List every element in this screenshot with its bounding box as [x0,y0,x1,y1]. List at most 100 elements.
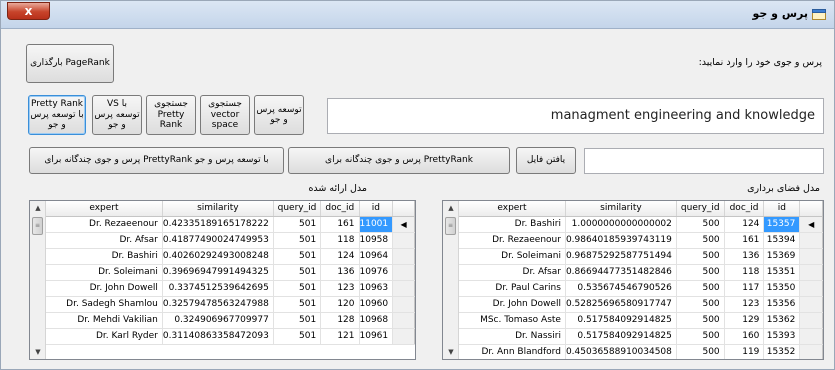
table-cell-expert[interactable]: Dr. Bashiri [459,216,566,233]
pretty-rank-with-expansion-button[interactable]: Pretty Rank با توسعه پرس و جو [28,95,86,135]
table-cell-doc-id[interactable]: 120 [320,296,360,313]
search-pretty-rank-button[interactable]: جستجوی Pretty Rank [146,95,196,135]
left-results-grid[interactable]: ▲ ≡ ▼ expert similarity query_id doc_id … [29,200,416,360]
table-row[interactable]: Dr. Rezaeenour 0.42335189165178222 501 161 1… [46,216,415,233]
right-results-grid[interactable]: ▲ ≡ ▼ expert similarity query_id doc_id … [442,200,824,360]
triangle-left-icon[interactable]: ◀ [392,216,415,233]
row-header-cell[interactable] [392,232,415,249]
row-header-cell[interactable] [392,280,415,297]
table-cell-expert[interactable]: Dr. Soleimani [46,264,163,281]
table-cell-id[interactable]: 10968 [359,312,394,329]
table-cell-similarity[interactable]: 0.3374512539642695 [162,280,274,297]
scroll-up-icon[interactable]: ▲ [443,201,459,215]
multi-query-prettyrank-expansion-button[interactable]: پرس و جوی چندگانه برای PrettyRank با توس… [29,147,284,174]
column-header-id[interactable]: id [359,201,394,217]
table-cell-doc-id[interactable]: 161 [320,216,360,233]
scroll-up-icon[interactable]: ▲ [30,201,46,215]
table-cell-query-id[interactable]: 501 [273,216,322,233]
table-cell-query-id[interactable]: 500 [676,296,725,313]
expand-query-button[interactable]: توسعه پرس و جو [254,95,304,135]
table-cell-doc-id[interactable]: 118 [320,232,360,249]
table-cell-similarity[interactable]: 0.31140863358472093 [162,328,274,345]
table-cell-id[interactable]: 15356 [763,296,801,313]
row-header-cell[interactable] [392,248,415,265]
table-cell-id[interactable]: 15351 [763,264,801,281]
table-row[interactable]: Dr. Ann Blandford 0.45036588910034508 500 1… [459,344,823,359]
table-cell-similarity[interactable]: 0.96875292587751494 [565,248,677,265]
table-cell-query-id[interactable]: 500 [676,328,725,345]
table-cell-doc-id[interactable]: 124 [320,248,360,265]
table-cell-query-id[interactable]: 500 [676,344,725,359]
column-header-id[interactable]: id [763,201,801,217]
column-header-doc-id[interactable]: doc_id [724,201,765,217]
table-cell-id[interactable]: 15394 [763,232,801,249]
table-cell-doc-id[interactable]: 118 [724,264,765,281]
row-header-cell[interactable] [392,312,415,329]
table-cell-similarity[interactable]: 0.41877490024749953 [162,232,274,249]
table-cell-similarity[interactable]: 1.0000000000000002 [565,216,677,233]
scroll-down-icon[interactable]: ▼ [443,345,459,359]
table-cell-id[interactable]: 10964 [359,248,394,265]
table-cell-similarity[interactable]: 0.86694477351482846 [565,264,677,281]
table-row[interactable]: MSc. Tomaso Aste 0.517584092914825 500 129 1… [459,312,823,329]
row-header-cell[interactable] [392,328,415,345]
table-cell-similarity[interactable]: 0.52825696580917747 [565,296,677,313]
file-path-input[interactable] [584,148,824,174]
table-cell-expert[interactable]: Dr. Afsar [46,232,163,249]
table-cell-id[interactable]: 15350 [763,280,801,297]
table-cell-expert[interactable]: Dr. Sadegh Shamlou [46,296,163,313]
row-header-cell[interactable] [799,328,823,345]
table-row[interactable]: Dr. Afsar 0.86694477351482846 500 118 15351 [459,264,823,281]
table-cell-query-id[interactable]: 500 [676,248,725,265]
table-row[interactable]: Dr. Rezaeenour 0.98640185939743119 500 161 1… [459,232,823,249]
row-header-cell[interactable] [799,264,823,281]
table-cell-similarity[interactable]: 0.517584092914825 [565,328,677,345]
scroll-thumb[interactable]: ≡ [445,217,456,235]
table-cell-query-id[interactable]: 501 [273,248,322,265]
table-cell-similarity[interactable]: 0.32579478563247988 [162,296,274,313]
vs-with-expansion-button[interactable]: VS با توسعه پرس و جو [92,95,142,135]
table-cell-id[interactable]: 15369 [763,248,801,265]
table-cell-similarity[interactable]: 0.324906967709977 [162,312,274,329]
table-cell-id[interactable]: 15357 [763,216,801,233]
row-header-cell[interactable] [799,248,823,265]
table-cell-doc-id[interactable]: 119 [724,344,765,359]
table-row[interactable]: Dr. Soleimani 0.39696947991494325 501 136 10… [46,264,415,281]
table-cell-query-id[interactable]: 501 [273,312,322,329]
table-cell-expert[interactable]: Dr. Nassiri [459,328,566,345]
table-cell-query-id[interactable]: 500 [676,232,725,249]
multi-query-prettyrank-button[interactable]: پرس و جوی چندگانه برای PrettyRank [288,147,510,174]
table-cell-doc-id[interactable]: 136 [320,264,360,281]
table-cell-expert[interactable]: Dr. Rezaeenour [459,232,566,249]
row-header-cell[interactable] [799,232,823,249]
column-header-doc-id[interactable]: doc_id [320,201,360,217]
column-header-similarity[interactable]: similarity [565,201,677,217]
scroll-thumb[interactable]: ≡ [32,217,43,235]
table-row[interactable]: Dr. Paul Carins 0.535674546790526 500 117 15… [459,280,823,297]
table-cell-doc-id[interactable]: 136 [724,248,765,265]
table-cell-id[interactable]: 10958 [359,232,394,249]
table-cell-similarity[interactable]: 0.98640185939743119 [565,232,677,249]
row-header-cell[interactable] [799,312,823,329]
table-cell-doc-id[interactable]: 124 [724,216,765,233]
column-header-expert[interactable]: expert [46,201,163,217]
table-cell-expert[interactable]: Dr. Ann Blandford [459,344,566,359]
table-cell-expert[interactable]: Dr. Soleimani [459,248,566,265]
table-row[interactable]: Dr. Nassiri 0.517584092914825 500 160 15393 [459,328,823,345]
triangle-left-icon[interactable]: ◀ [799,216,823,233]
table-cell-query-id[interactable]: 500 [676,216,725,233]
table-cell-query-id[interactable]: 501 [273,296,322,313]
table-cell-similarity[interactable]: 0.535674546790526 [565,280,677,297]
table-cell-doc-id[interactable]: 129 [724,312,765,329]
table-row[interactable]: Dr. Afsar 0.41877490024749953 501 118 10958 [46,232,415,249]
column-header-query-id[interactable]: query_id [676,201,725,217]
table-row[interactable]: Dr. John Dowell 0.52825696580917747 500 123… [459,296,823,313]
table-cell-expert[interactable]: Dr. Bashiri [46,248,163,265]
table-cell-similarity[interactable]: 0.39696947991494325 [162,264,274,281]
table-row[interactable]: Dr. Bashiri 1.0000000000000002 500 124 15357… [459,216,823,233]
table-cell-query-id[interactable]: 501 [273,232,322,249]
table-row[interactable]: Dr. Mehdi Vakilian 0.324906967709977 501 12… [46,312,415,329]
load-pagerank-button[interactable]: بارگذاری PageRank [26,44,114,83]
table-cell-id[interactable]: 10963 [359,280,394,297]
table-cell-similarity[interactable]: 0.42335189165178222 [162,216,274,233]
